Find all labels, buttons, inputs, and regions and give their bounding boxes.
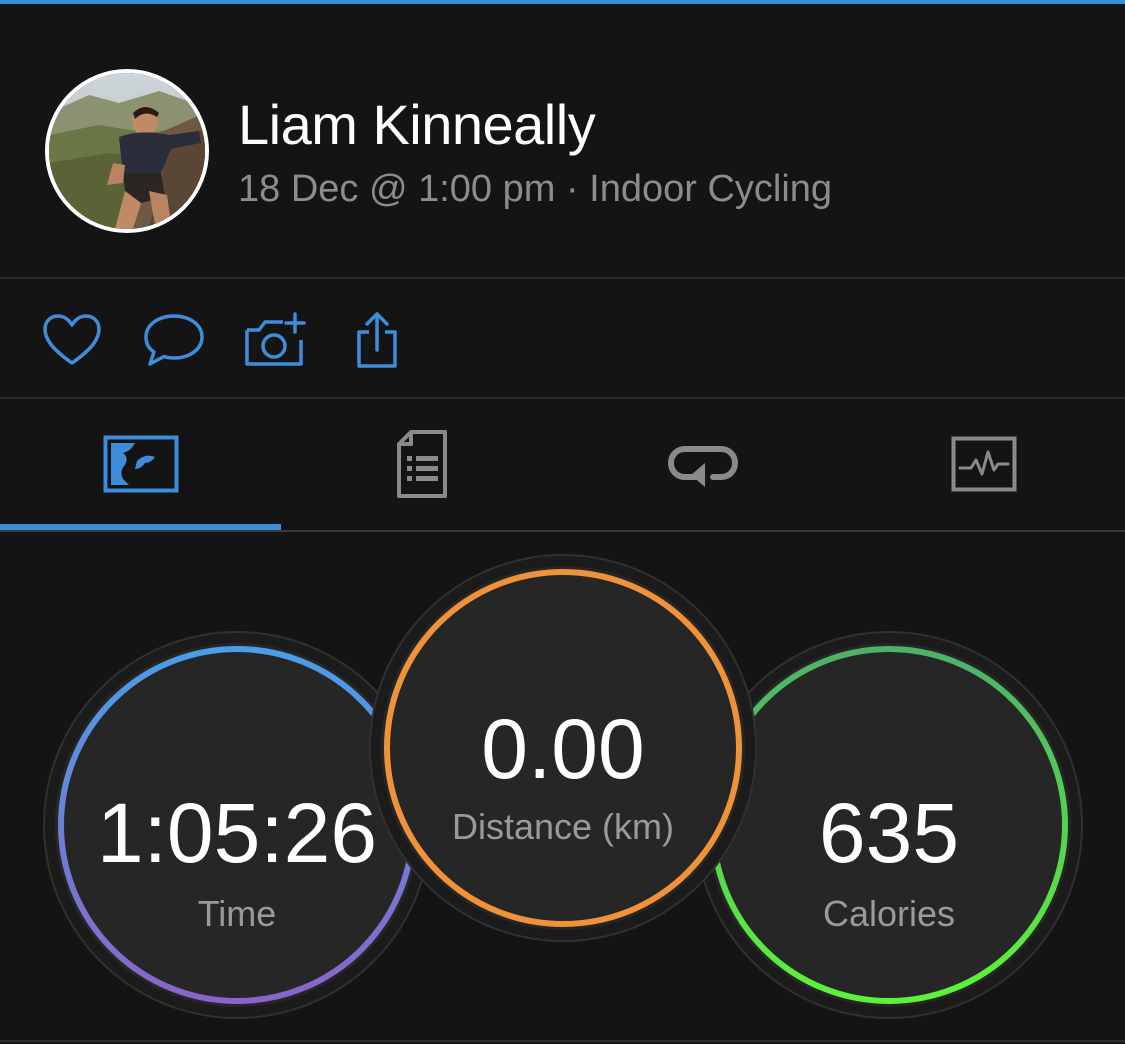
tab-laps[interactable] — [562, 400, 843, 528]
comment-bubble-icon — [144, 314, 204, 366]
tab-charts[interactable] — [843, 400, 1124, 528]
tab-map[interactable] — [0, 400, 281, 528]
user-avatar-photo — [49, 73, 205, 229]
share-button[interactable] — [345, 308, 409, 372]
like-button[interactable] — [40, 308, 104, 372]
distance-value: 0.00 — [481, 702, 645, 796]
action-bar — [0, 280, 1125, 397]
tab-bar — [0, 400, 1125, 530]
tab-details[interactable] — [281, 400, 562, 528]
comment-button[interactable] — [142, 308, 206, 372]
calories-label: Calories — [822, 893, 956, 934]
activity-header: Liam Kinneally 18 Dec @ 1:00 pm · Indoor… — [0, 4, 1125, 278]
heart-icon — [43, 314, 101, 365]
action-divider — [0, 397, 1125, 399]
distance-label: Distance (km) — [451, 806, 675, 847]
avatar[interactable] — [45, 69, 209, 233]
calories-value: 635 — [818, 786, 960, 880]
map-icon — [103, 435, 178, 493]
heart-rate-chart-icon — [951, 436, 1016, 492]
camera-plus-icon — [245, 312, 306, 366]
document-list-icon — [396, 430, 447, 498]
activity-screen: Liam Kinneally 18 Dec @ 1:00 pm · Indoor… — [0, 0, 1125, 1044]
bottom-divider — [0, 1040, 1125, 1042]
laps-loop-icon — [667, 446, 738, 487]
add-photo-button[interactable] — [243, 308, 307, 372]
share-icon — [357, 312, 397, 368]
header-divider — [0, 277, 1125, 279]
activity-meta: 18 Dec @ 1:00 pm · Indoor Cycling — [238, 168, 833, 210]
time-value: 1:05:26 — [96, 786, 378, 880]
stats-summary: 1:05:26 Time 635 Calories 0.00 Distance … — [0, 532, 1125, 1044]
time-stat: 1:05:26 Time — [55, 643, 419, 1007]
time-label: Time — [197, 893, 277, 934]
distance-stat: 0.00 Distance (km) — [381, 566, 745, 930]
user-name[interactable]: Liam Kinneally — [238, 92, 596, 157]
calories-stat: 635 Calories — [707, 643, 1071, 1007]
